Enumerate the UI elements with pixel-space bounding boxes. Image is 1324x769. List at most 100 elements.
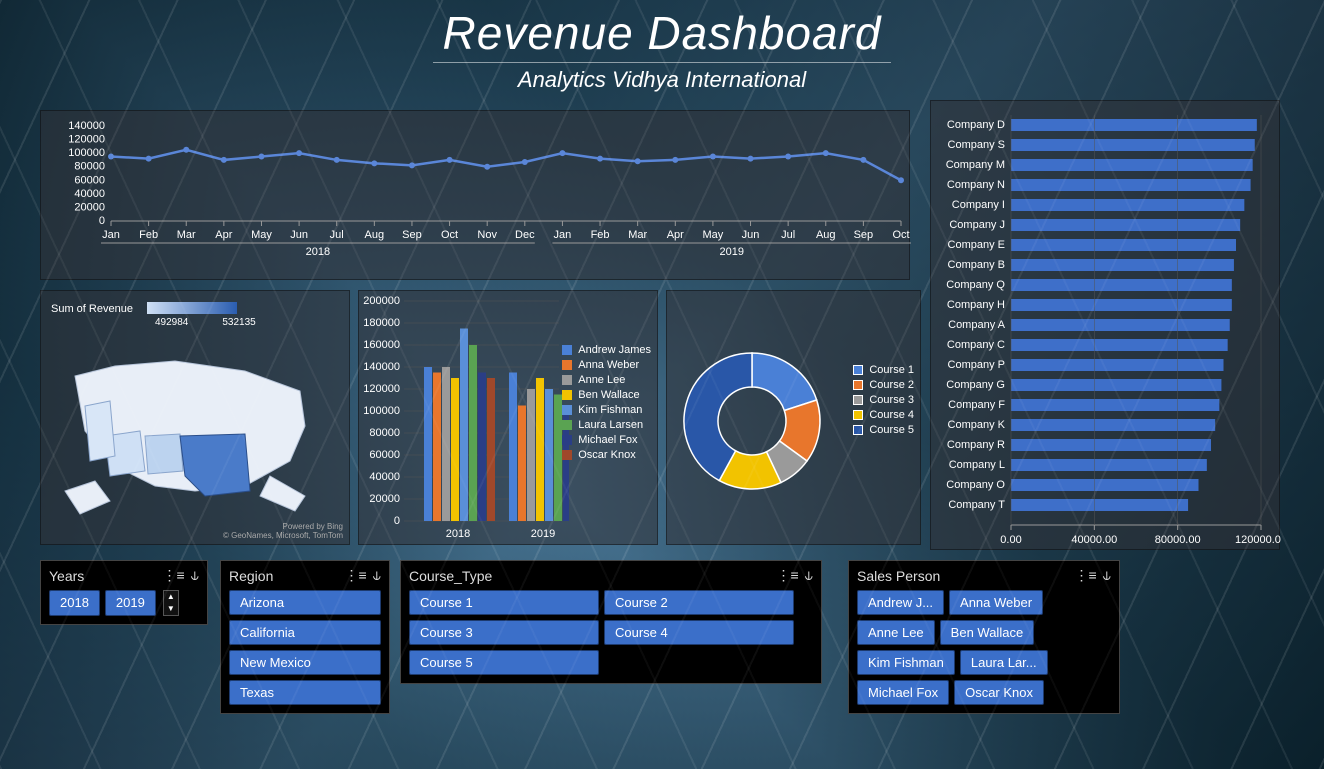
svg-text:Apr: Apr — [667, 229, 684, 241]
slicer-chip[interactable]: Arizona — [229, 590, 381, 615]
multiselect-icon[interactable]: ⋮≡ — [777, 567, 799, 584]
usa-map-chart[interactable] — [45, 336, 345, 516]
slicer-course: Course_Type ⋮≡ ⫝ Course 1Course 2Course … — [400, 560, 822, 684]
legend-item[interactable]: Kim Fishman — [562, 404, 651, 416]
map-panel: Sum of Revenue 492984 532135 Powered by … — [40, 290, 350, 545]
svg-text:Jan: Jan — [102, 229, 120, 241]
slicer-chip[interactable]: Course 5 — [409, 650, 599, 675]
year-spinner[interactable]: ▲ ▼ — [163, 590, 179, 616]
clear-filter-icon[interactable]: ⫝ — [805, 567, 813, 584]
svg-text:0: 0 — [394, 515, 400, 527]
svg-text:Sep: Sep — [854, 229, 874, 241]
company-bar-panel: Company DCompany SCompany MCompany NComp… — [930, 100, 1280, 550]
svg-text:Company R: Company R — [947, 439, 1005, 451]
svg-text:0: 0 — [99, 215, 105, 227]
course-donut-chart[interactable] — [667, 291, 837, 546]
slicer-chip[interactable]: Course 3 — [409, 620, 599, 645]
svg-text:Mar: Mar — [628, 229, 647, 241]
svg-text:60000: 60000 — [369, 449, 400, 461]
svg-text:Company J: Company J — [949, 219, 1005, 231]
slicer-chip[interactable]: Course 4 — [604, 620, 794, 645]
svg-text:Aug: Aug — [365, 229, 385, 241]
company-hbar-chart[interactable]: Company DCompany SCompany MCompany NComp… — [931, 101, 1281, 551]
svg-text:Company D: Company D — [947, 119, 1005, 131]
svg-text:Dec: Dec — [515, 229, 535, 241]
legend-item[interactable]: Oscar Knox — [562, 449, 651, 461]
svg-text:Jul: Jul — [781, 229, 795, 241]
clear-filter-icon[interactable]: ⫝ — [1103, 567, 1111, 584]
svg-text:May: May — [703, 229, 724, 241]
svg-text:2019: 2019 — [531, 528, 555, 540]
svg-text:Jun: Jun — [290, 229, 308, 241]
people-bar-chart[interactable]: 0200004000060000800001000001200001400001… — [359, 291, 569, 546]
slicer-chip[interactable]: Michael Fox — [857, 680, 949, 705]
legend-item[interactable]: Course 2 — [853, 379, 914, 391]
legend-item[interactable]: Anne Lee — [562, 374, 651, 386]
svg-text:Jan: Jan — [554, 229, 572, 241]
slicer-sales-title: Sales Person — [857, 568, 940, 584]
legend-item[interactable]: Course 5 — [853, 424, 914, 436]
legend-item[interactable]: Course 1 — [853, 364, 914, 376]
multiselect-icon[interactable]: ⋮≡ — [345, 567, 367, 584]
slicer-chip[interactable]: Andrew J... — [857, 590, 944, 615]
revenue-line-chart[interactable]: 020000400006000080000100000120000140000J… — [41, 111, 911, 281]
page-title: Revenue Dashboard — [433, 6, 892, 63]
legend-item[interactable]: Michael Fox — [562, 434, 651, 446]
clear-filter-icon[interactable]: ⫝ — [373, 567, 381, 584]
svg-text:120000.00: 120000.00 — [1235, 534, 1281, 546]
line-chart-panel: 020000400006000080000100000120000140000J… — [40, 110, 910, 280]
svg-text:Company Q: Company Q — [946, 279, 1005, 291]
svg-text:100000: 100000 — [363, 405, 400, 417]
svg-text:Jun: Jun — [742, 229, 760, 241]
svg-text:140000: 140000 — [68, 120, 105, 132]
legend-item[interactable]: Laura Larsen — [562, 419, 651, 431]
slicer-course-title: Course_Type — [409, 568, 492, 584]
legend-item[interactable]: Ben Wallace — [562, 389, 651, 401]
slicer-chip[interactable]: Course 2 — [604, 590, 794, 615]
multiselect-icon[interactable]: ⋮≡ — [1075, 567, 1097, 584]
svg-text:60000: 60000 — [74, 174, 105, 186]
svg-text:Feb: Feb — [139, 229, 158, 241]
svg-text:Feb: Feb — [591, 229, 610, 241]
legend-item[interactable]: Course 4 — [853, 409, 914, 421]
svg-text:80000.00: 80000.00 — [1155, 534, 1201, 546]
slicer-chip[interactable]: Oscar Knox — [954, 680, 1044, 705]
svg-text:20000: 20000 — [369, 493, 400, 505]
state-california[interactable] — [85, 401, 115, 461]
slicer-chip[interactable]: Course 1 — [409, 590, 599, 615]
slicer-chip[interactable]: California — [229, 620, 381, 645]
slicer-chip[interactable]: Ben Wallace — [940, 620, 1035, 645]
svg-text:80000: 80000 — [74, 161, 105, 173]
svg-text:2018: 2018 — [306, 246, 330, 258]
slicer-chip[interactable]: New Mexico — [229, 650, 381, 675]
multiselect-icon[interactable]: ⋮≡ — [163, 567, 185, 584]
svg-text:Company T: Company T — [948, 499, 1005, 511]
svg-text:Company H: Company H — [947, 299, 1005, 311]
svg-text:Company G: Company G — [946, 379, 1005, 391]
clear-filter-icon[interactable]: ⫝ — [191, 567, 199, 584]
slicer-region: Region ⋮≡ ⫝ ArizonaCaliforniaNew MexicoT… — [220, 560, 390, 714]
slicer-chip[interactable]: Texas — [229, 680, 381, 705]
slicer-chip[interactable]: Laura Lar... — [960, 650, 1048, 675]
people-legend: Andrew James Anna Weber Anne Lee Ben Wallac… — [562, 341, 651, 464]
svg-text:Oct: Oct — [441, 229, 458, 241]
state-newmexico[interactable] — [145, 434, 183, 474]
map-legend-min: 492984 — [155, 317, 188, 328]
legend-item[interactable]: Course 3 — [853, 394, 914, 406]
svg-text:Company O: Company O — [946, 479, 1005, 491]
spinner-up-icon[interactable]: ▲ — [164, 591, 178, 603]
slicer-chip[interactable]: Kim Fishman — [857, 650, 955, 675]
spinner-down-icon[interactable]: ▼ — [164, 603, 178, 615]
slicer-chip[interactable]: 2019 — [105, 590, 156, 616]
slicer-chip[interactable]: Anne Lee — [857, 620, 935, 645]
legend-item[interactable]: Andrew James — [562, 344, 651, 356]
slicer-chip[interactable]: Anna Weber — [949, 590, 1043, 615]
svg-text:Company I: Company I — [952, 199, 1005, 211]
slicer-chip[interactable]: 2018 — [49, 590, 100, 616]
svg-text:Sep: Sep — [402, 229, 422, 241]
svg-text:120000: 120000 — [68, 134, 105, 146]
legend-item[interactable]: Anna Weber — [562, 359, 651, 371]
dashboard-header: Revenue Dashboard Analytics Vidhya Inter… — [0, 0, 1324, 93]
map-legend: Sum of Revenue 492984 532135 — [41, 291, 349, 336]
svg-text:Company E: Company E — [948, 239, 1005, 251]
